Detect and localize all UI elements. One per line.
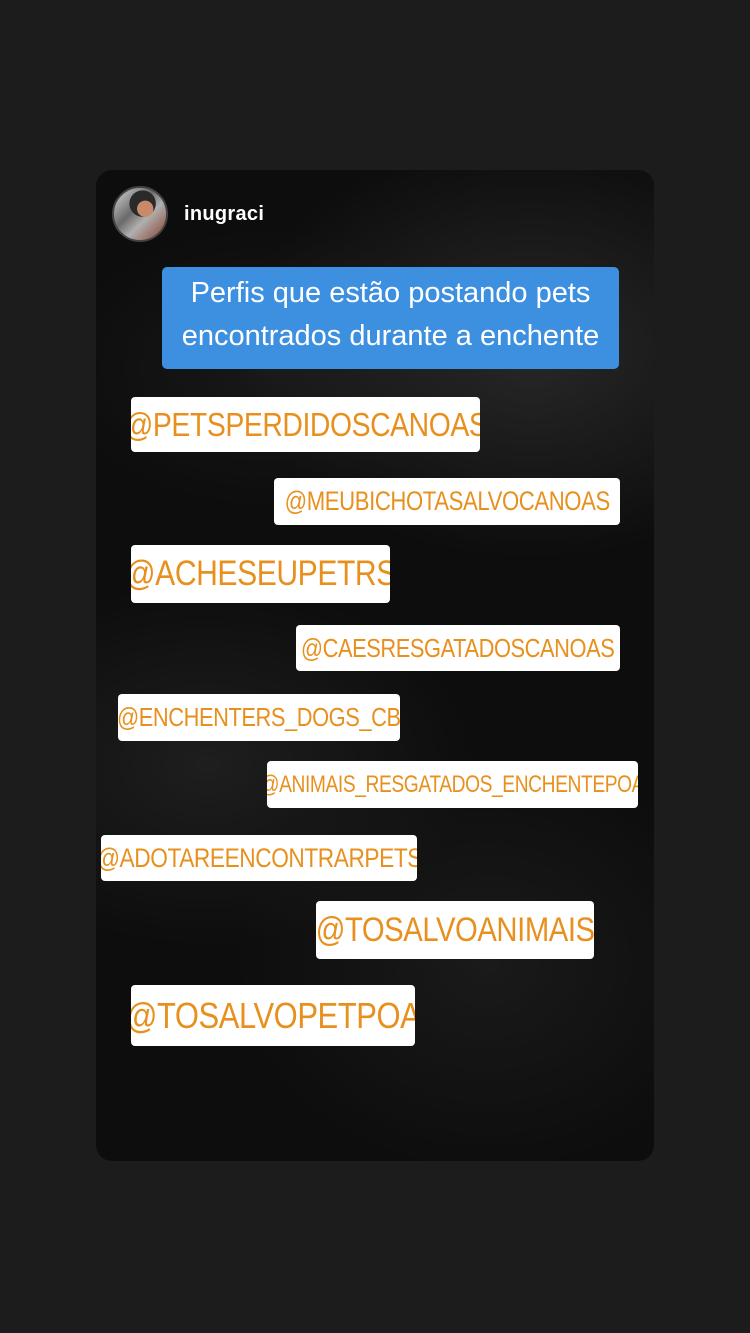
mention-sticker-tosalvoanimais[interactable]: @TOSALVOANIMAIS xyxy=(316,901,594,959)
mention-text: @ENCHENTERS_DOGS_CB xyxy=(118,702,400,732)
mention-sticker-adotareencontrarpets[interactable]: @ADOTAREENCONTRARPETS xyxy=(101,835,417,881)
headline-text-box: Perfis que estão postando pets encontrad… xyxy=(162,267,619,369)
mention-sticker-animais-resgatados-enchentepoa[interactable]: @ANIMAIS_RESGATADOS_ENCHENTEPOA xyxy=(267,761,638,808)
headline-line-1: Perfis que estão postando pets xyxy=(190,277,591,309)
avatar[interactable] xyxy=(112,186,168,242)
mention-sticker-meubichotasalvocanoas[interactable]: @MEUBICHOTASALVOCANOAS xyxy=(274,478,620,525)
mention-text: @PETSPERDIDOSCANOAS xyxy=(131,405,480,443)
mention-sticker-acheseupetrs[interactable]: @ACHESEUPETRS xyxy=(131,545,390,603)
mention-text: @MEUBICHOTASALVOCANOAS xyxy=(284,486,610,516)
mention-sticker-tosalvopetpoa[interactable]: @TOSALVOPETPOA xyxy=(131,985,415,1046)
mention-text: @ANIMAIS_RESGATADOS_ENCHENTEPOA xyxy=(267,770,638,798)
mention-sticker-enchenters-dogs-cb[interactable]: @ENCHENTERS_DOGS_CB xyxy=(118,694,400,741)
story-card[interactable]: inugraci Perfis que estão postando pets … xyxy=(96,170,654,1161)
mention-sticker-caesresgatadoscanoas[interactable]: @CAESRESGATADOSCANOAS xyxy=(296,625,620,671)
username[interactable]: inugraci xyxy=(184,203,264,226)
mention-text: @TOSALVOANIMAIS xyxy=(316,910,594,949)
mention-text: @CAESRESGATADOSCANOAS xyxy=(301,632,615,663)
mention-text: @ACHESEUPETRS xyxy=(131,554,390,593)
mention-sticker-petsperdidoscanoas[interactable]: @PETSPERDIDOSCANOAS xyxy=(131,397,480,452)
mention-text: @ADOTAREENCONTRARPETS xyxy=(101,842,417,873)
story-header: inugraci xyxy=(112,186,264,242)
headline-line-2: encontrados durante a enchente xyxy=(181,320,600,352)
mention-text: @TOSALVOPETPOA xyxy=(131,994,415,1036)
